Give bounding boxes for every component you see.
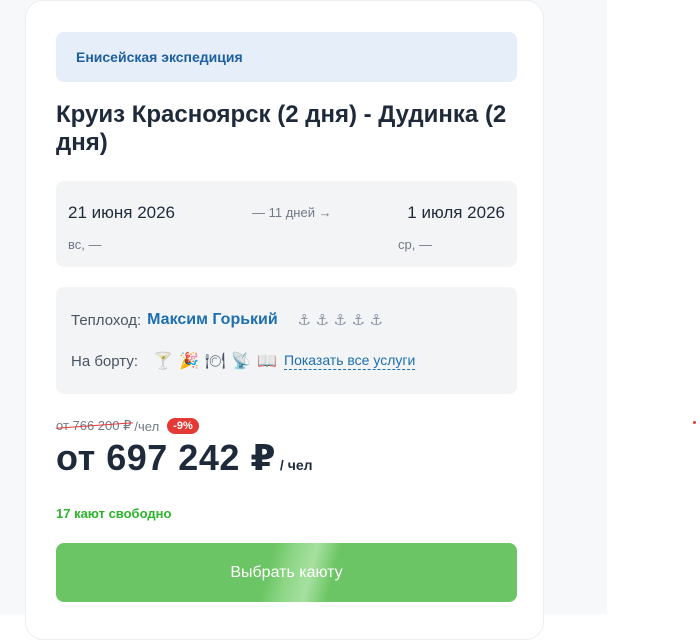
old-price-per: /чел <box>134 418 160 434</box>
start-weekday: вс, — <box>68 237 102 252</box>
ship-panel: Теплоход: Максим Горький ⚓ ⚓ ⚓ ⚓ ⚓ На бо… <box>56 287 517 394</box>
current-price: от 697 242 ₽ <box>56 437 276 478</box>
start-date: 21 июня 2026 <box>68 203 176 222</box>
cruise-card[interactable]: Енисейская экспедиция Круиз Красноярск (… <box>25 0 544 640</box>
anchor-icon: ⚓ <box>351 312 365 329</box>
end-weekday: ср, — <box>398 237 432 252</box>
anchor-icon: ⚓ <box>369 312 383 329</box>
ship-row: Теплоход: Максим Горький ⚓ ⚓ ⚓ ⚓ ⚓ <box>71 311 385 329</box>
cruise-duration: — 11 дней → <box>252 205 332 220</box>
onboard-label: На борту: <box>71 352 138 370</box>
ship-label: Теплоход: <box>71 311 142 329</box>
restaurant-icon[interactable]: 🍽 <box>202 351 228 371</box>
operator-badge: Енисейская экспедиция <box>56 32 517 82</box>
library-icon[interactable]: 📖 <box>254 351 280 371</box>
cruise-title[interactable]: Круиз Красноярск (2 дня) - Дудинка (2 дн… <box>56 101 526 157</box>
old-price: от 766 200 ₽ <box>56 418 132 433</box>
tv-icon[interactable]: 📡 <box>228 351 254 371</box>
operator-name: Енисейская экспедиция <box>76 49 243 65</box>
anchor-icon: ⚓ <box>315 312 329 329</box>
select-cabin-button[interactable]: Выбрать каюту <box>56 543 517 602</box>
end-date: 1 июля 2026 <box>407 203 505 222</box>
animation-icon[interactable]: 🎉 <box>176 351 202 371</box>
column-gutter <box>545 0 607 614</box>
bar-icon[interactable]: 🍸 <box>150 351 176 371</box>
price-per-person: / чел <box>279 457 313 473</box>
map-marker-dot <box>693 421 696 424</box>
anchor-icon: ⚓ <box>297 312 311 329</box>
old-price-row: от 766 200 ₽ /чел -9% <box>56 418 199 434</box>
cabins-available: 17 кают свободно <box>56 506 172 521</box>
right-pane <box>607 0 700 614</box>
onboard-row: На борту: 🍸 🎉 🍽 📡 📖 Показать все услуги <box>71 351 416 371</box>
ship-rating: ⚓ ⚓ ⚓ ⚓ ⚓ <box>296 311 385 329</box>
anchor-icon: ⚓ <box>333 312 347 329</box>
discount-badge: -9% <box>167 418 199 434</box>
price-row: от 697 242 ₽ / чел <box>56 437 313 479</box>
dates-panel: 21 июня 2026 вс, — — 11 дней → 1 июля 20… <box>56 181 517 267</box>
ship-name-link[interactable]: Максим Горький <box>147 311 278 329</box>
show-all-services-link[interactable]: Показать все услуги <box>284 352 416 370</box>
